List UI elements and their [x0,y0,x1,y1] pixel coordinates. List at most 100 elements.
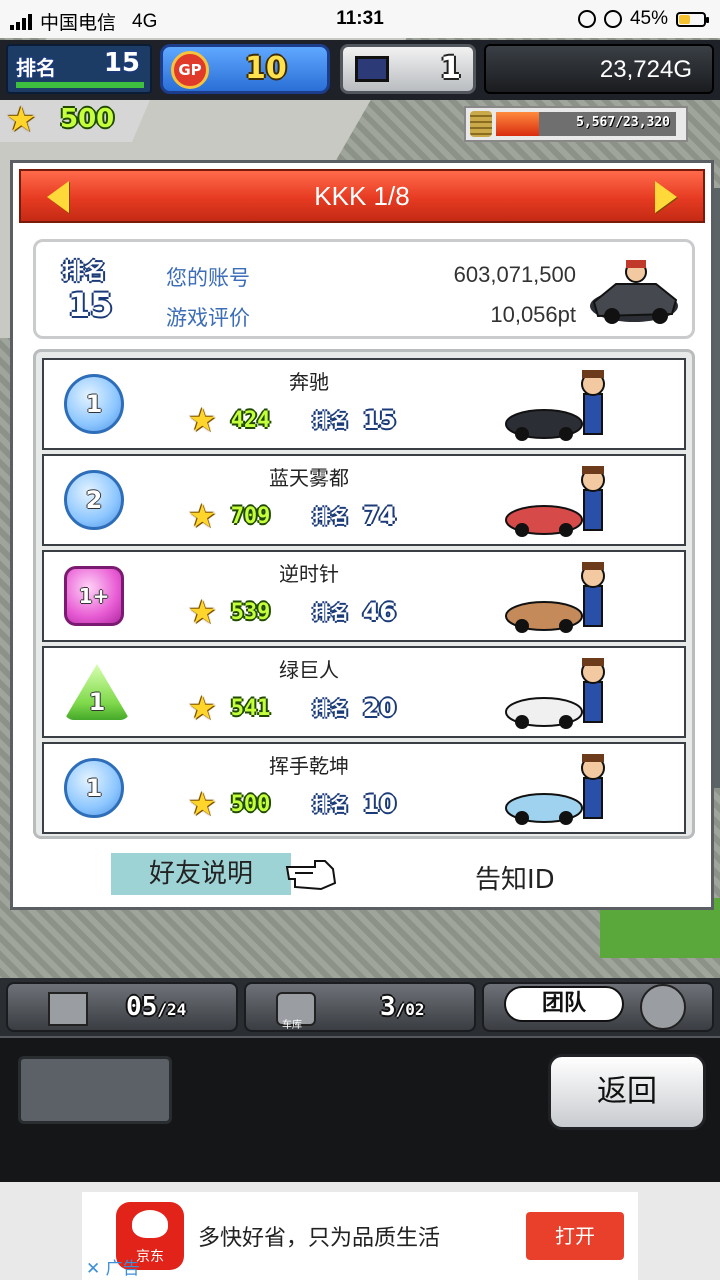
rotation-lock-icon [577,10,596,28]
ad-open-button[interactable]: 打开 [526,1212,624,1260]
tier-badge-icon: 1+ [64,566,124,626]
friend-car-avatar-icon [505,658,605,729]
star-icon: ★ [6,100,37,140]
inventory-count: 05/24 [126,992,187,1022]
tier-badge-label: 2 [85,486,103,514]
ad-tag: ✕ 广告 [86,1254,140,1279]
empty-slot[interactable] [18,1056,172,1124]
tier-badge-icon: 1 [64,758,124,818]
friend-rank-value: 74 [362,502,397,530]
friend-stats: ★ 539 排名 46 [188,596,396,628]
friend-row[interactable]: 1 奔驰 ★ 424 排名 15 [42,358,686,450]
money-display: 23,724G [484,44,714,94]
tier-badge-icon: 2 [64,470,124,530]
ad-tag-label: 广告 [105,1259,140,1279]
gp-coin-icon: GP [171,51,209,89]
ad-close-icon[interactable]: ✕ [86,1259,100,1279]
account-id-label: 您的账号 [166,266,250,290]
friend-rank-label: 排名 [312,699,349,720]
tier-badge-icon: 1 [64,662,130,722]
friend-row[interactable]: 1+ 逆时针 ★ 539 排名 46 [42,550,686,642]
coin-stack-icon [470,111,492,137]
garage-count: 3/02 [380,992,425,1022]
tab-garage[interactable]: 3/02 [244,982,476,1032]
tier-badge-icon: 1 [64,374,124,434]
friend-star-count: 539 [230,599,271,625]
friend-rank-label: 排名 [312,603,349,624]
friend-name: 挥手乾坤 [269,754,349,778]
back-button[interactable]: 返回 [548,1054,706,1130]
friend-rank-label: 排名 [312,507,349,528]
funds-progress-fill [496,112,540,136]
team-button[interactable]: 团队 [504,986,624,1022]
player-car-avatar-icon [590,260,678,324]
friend-name: 奔驰 [289,370,329,394]
friend-row[interactable]: 1 挥手乾坤 ★ 500 排名 10 [42,742,686,834]
gp-value: 10 [245,51,287,86]
friend-stats: ★ 500 排名 10 [188,788,396,820]
star-icon: ★ [188,785,217,823]
friend-row[interactable]: 1 绿巨人 ★ 541 排名 20 [42,646,686,738]
battery-percent: 45% [629,8,668,29]
tier-badge-label: 1 [85,390,103,418]
tier-badge-label: 1 [88,688,106,716]
friend-stats: ★ 541 排名 20 [188,692,396,724]
star-icon: ★ [188,401,217,439]
friend-car-avatar-icon [505,466,605,537]
rating-label: 游戏评价 [166,306,250,330]
battery-fill [679,14,690,24]
friend-name: 蓝天雾都 [269,466,349,490]
funds-progress-track: 5,567/23,320 [496,112,676,136]
account-rank-value: 15 [68,286,113,324]
friend-rank-label: 排名 [312,795,349,816]
ad-text: 多快好省，只为品质生活 [198,1226,441,1251]
star-counter: ★ 500 [0,100,150,142]
friend-name: 绿巨人 [279,658,339,682]
friend-car-avatar-icon [505,754,605,825]
friend-rank-label: 排名 [312,411,349,432]
gp-counter[interactable]: GP 10 [160,44,330,94]
pointing-hand-icon [285,860,337,891]
dialog-title: KKK 1/8 [314,181,410,211]
star-value: 500 [60,104,115,134]
funds-progress: 5,567/23,320 [464,106,688,142]
friend-star-count: 424 [230,407,271,433]
status-right: 45% [577,8,709,30]
friend-star-count: 541 [230,695,271,721]
computer-counter[interactable]: 1 [340,44,476,94]
friend-rank-value: 20 [362,694,397,722]
tier-badge-label: 1 [85,774,103,802]
friend-rank-value: 10 [362,790,397,818]
garage-label: 车库 [282,1020,302,1031]
rank-progress-bar [16,82,144,88]
friends-dialog: KKK 1/8 排名 15 您的账号 603,071,500 游戏评价 10,0… [10,160,714,910]
notify-id-button[interactable]: 告知ID [475,859,555,896]
account-id-value: 603,071,500 [453,262,576,287]
friend-car-avatar-icon [505,562,605,633]
friend-star-count: 709 [230,503,271,529]
tier-badge-label: 1+ [78,584,110,608]
friend-rank-value: 46 [362,598,397,626]
next-page-arrow-icon[interactable] [651,179,681,215]
dialog-header: KKK 1/8 [19,169,705,223]
friend-row[interactable]: 2 蓝天雾都 ★ 709 排名 74 [42,454,686,546]
team-member-avatar-icon [640,984,686,1030]
crate-icon [48,992,88,1026]
ad-mascot-icon [132,1210,168,1238]
star-icon: ★ [188,689,217,727]
computer-icon [355,56,389,82]
star-icon: ★ [188,593,217,631]
status-bar: 中国电信 4G 11:31 45% [0,0,720,38]
alarm-icon [603,10,622,28]
funds-progress-text: 5,567/23,320 [576,115,670,130]
tab-inventory[interactable]: 05/24 [6,982,238,1032]
my-account-card: 排名 15 您的账号 603,071,500 游戏评价 10,056pt [33,239,695,339]
friend-name: 逆时针 [279,562,339,586]
rating-value: 10,056pt [490,302,576,327]
friend-explanation-button[interactable]: 好友说明 [111,853,291,895]
battery-icon [676,11,709,27]
friend-stats: ★ 424 排名 15 [188,404,396,436]
rank-indicator: 排名 15 [6,44,152,94]
rank-label: 排名 [16,56,56,80]
friend-list: 1 奔驰 ★ 424 排名 15 2 蓝天雾都 ★ 709 排名 74 1+ 逆时针 ★ 539 排名 46 1 绿巨… [33,349,695,839]
